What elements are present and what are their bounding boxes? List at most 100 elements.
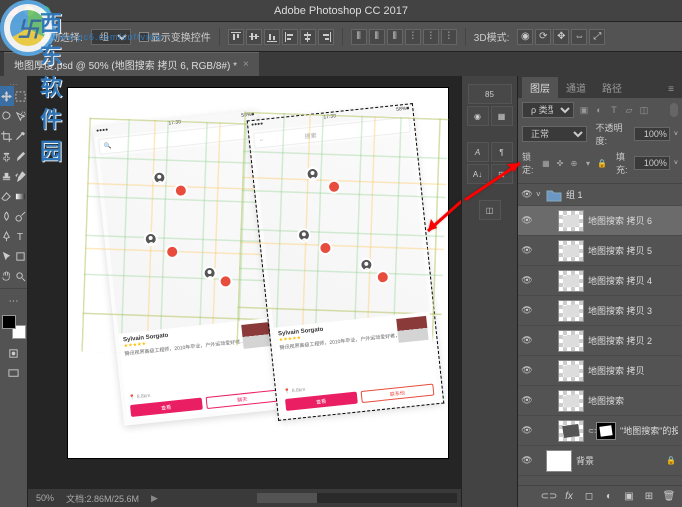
lock-artboard-icon[interactable]: ⊕ [568,157,580,169]
visibility-toggle[interactable]: 👁 [518,425,536,436]
screen-mode-button[interactable] [0,363,27,383]
layer-thumbnail[interactable] [558,240,584,262]
new-group-button[interactable]: ▣ [622,490,636,504]
blur-tool[interactable] [0,206,14,226]
filter-shape-icon[interactable]: ▱ [623,104,635,116]
dock-tab-char[interactable]: A [467,142,489,162]
dodge-tool[interactable] [14,206,28,226]
panel-menu-icon[interactable]: ≡ [660,81,682,98]
dock-tab-glyph[interactable]: A↓ [467,164,489,184]
eyedropper-tool[interactable] [14,126,28,146]
foreground-color-swatch[interactable] [2,315,16,329]
path-select-tool[interactable] [0,246,14,266]
layer-thumbnail[interactable] [558,360,584,382]
mockup-right-selected[interactable]: ●●●●17:3058%■ ← 搜索 Sylvain Sorgato ★★★★★… [248,104,443,420]
layer-thumbnail[interactable] [558,420,584,442]
move-tool[interactable] [0,86,14,106]
hand-tool[interactable] [0,266,14,286]
3d-slide-icon[interactable]: ⇔ [571,29,587,45]
tab-layers[interactable]: 图层 [522,77,558,98]
blend-mode-dropdown[interactable]: 正常 [522,126,587,142]
layer-thumbnail[interactable] [558,300,584,322]
visibility-toggle[interactable]: 👁 [518,455,536,466]
lock-all-icon[interactable]: 🔒 [596,157,608,169]
eraser-tool[interactable] [0,186,14,206]
layer-row[interactable]: 👁 地图搜索 拷贝 5 [518,236,682,266]
3d-orbit-icon[interactable]: ◉ [517,29,533,45]
filter-type-icon[interactable]: T [608,104,620,116]
filter-adjust-icon[interactable]: ◐ [593,104,605,116]
history-brush-tool[interactable] [14,166,28,186]
dock-tab-swatches[interactable]: ▦ [491,106,513,126]
visibility-toggle[interactable]: 👁 [518,275,536,286]
lasso-tool[interactable] [0,106,14,126]
canvas-area[interactable]: ●●●●17:3058%■ 🔍 Sylvain Sorgato ★★★★★ 腾讯… [28,76,461,507]
fold-toggle[interactable]: ˅ [536,190,546,199]
align-left-icon[interactable] [282,29,298,45]
visibility-toggle[interactable]: 👁 [518,335,536,346]
align-vcenter-icon[interactable] [246,29,262,45]
dock-tab-5[interactable]: ⊞ [491,164,513,184]
layer-row[interactable]: 👁 ⊂⊃ "地图搜索"的投影 [518,416,682,446]
pen-tool[interactable] [0,226,14,246]
dist-top-icon[interactable]: ⫴ [351,29,367,45]
stamp-tool[interactable] [0,166,14,186]
edit-toolbar-button[interactable]: ⋯ [0,291,27,311]
delete-layer-button[interactable]: 🗑 [662,490,676,504]
filter-smart-icon[interactable]: ◫ [638,104,650,116]
gradient-tool[interactable] [14,186,28,206]
dock-tab-crop[interactable]: ◫ [479,200,501,220]
dist-right-icon[interactable]: ⫶ [441,29,457,45]
crop-tool[interactable] [0,126,14,146]
doc-info[interactable]: 文档:2.86M/25.6M [66,492,139,505]
3d-pan-icon[interactable]: ✥ [553,29,569,45]
dist-hcenter-icon[interactable]: ⫶ [423,29,439,45]
zoom-tool[interactable] [14,266,28,286]
layer-thumbnail[interactable] [546,450,572,472]
canvas[interactable]: ●●●●17:3058%■ 🔍 Sylvain Sorgato ★★★★★ 腾讯… [68,88,448,458]
zoom-display[interactable]: 50% [36,493,54,503]
layer-row[interactable]: 👁 地图搜索 拷贝 4 [518,266,682,296]
layer-row[interactable]: 👁 地图搜索 拷贝 6 [518,206,682,236]
layer-thumbnail[interactable] [558,270,584,292]
visibility-toggle[interactable]: 👁 [518,189,536,200]
visibility-toggle[interactable]: 👁 [518,245,536,256]
layer-thumbnail[interactable] [558,330,584,352]
visibility-toggle[interactable]: 👁 [518,365,536,376]
dock-tab-para[interactable]: ¶ [491,142,513,162]
tab-paths[interactable]: 路径 [594,77,630,98]
dist-left-icon[interactable]: ⫶ [405,29,421,45]
layer-row[interactable]: 👁 地图搜索 拷贝 3 [518,296,682,326]
3d-scale-icon[interactable]: ⤢ [589,29,605,45]
layer-fx-button[interactable]: fx [562,490,576,504]
fill-input[interactable] [634,156,670,170]
quick-mask-button[interactable] [0,343,27,363]
3d-roll-icon[interactable]: ⟳ [535,29,551,45]
horizontal-scrollbar[interactable] [257,493,457,503]
tab-close-icon[interactable]: × [243,59,249,70]
layer-thumbnail[interactable] [558,390,584,412]
layer-mask-button[interactable]: ◻ [582,490,596,504]
type-tool[interactable]: T [14,226,28,246]
visibility-toggle[interactable]: 👁 [518,305,536,316]
opacity-input[interactable] [634,127,670,141]
filter-pixel-icon[interactable]: ▣ [578,104,590,116]
quick-select-tool[interactable] [14,106,28,126]
filter-toggle[interactable] [670,103,678,117]
color-swatches[interactable] [2,315,26,339]
align-top-icon[interactable] [228,29,244,45]
brush-tool[interactable] [14,146,28,166]
visibility-toggle[interactable]: 👁 [518,395,536,406]
new-layer-button[interactable]: ⊞ [642,490,656,504]
lock-pixels-icon[interactable]: ▦ [540,157,552,169]
adjustment-layer-button[interactable]: ◐ [602,490,616,504]
layer-row[interactable]: 👁 地图搜索 拷贝 2 [518,326,682,356]
healing-tool[interactable] [0,146,14,166]
mask-thumbnail[interactable] [596,422,616,440]
layer-row[interactable]: 👁 地图搜索 拷贝 [518,356,682,386]
layer-group[interactable]: 👁 ˅ 组 1 [518,184,682,206]
dock-tab-color[interactable]: ◉ [467,106,489,126]
link-layers-button[interactable]: ⊂⊃ [542,490,556,504]
layer-thumbnail[interactable] [558,210,584,232]
lock-nest-icon[interactable]: ▾ [582,157,594,169]
